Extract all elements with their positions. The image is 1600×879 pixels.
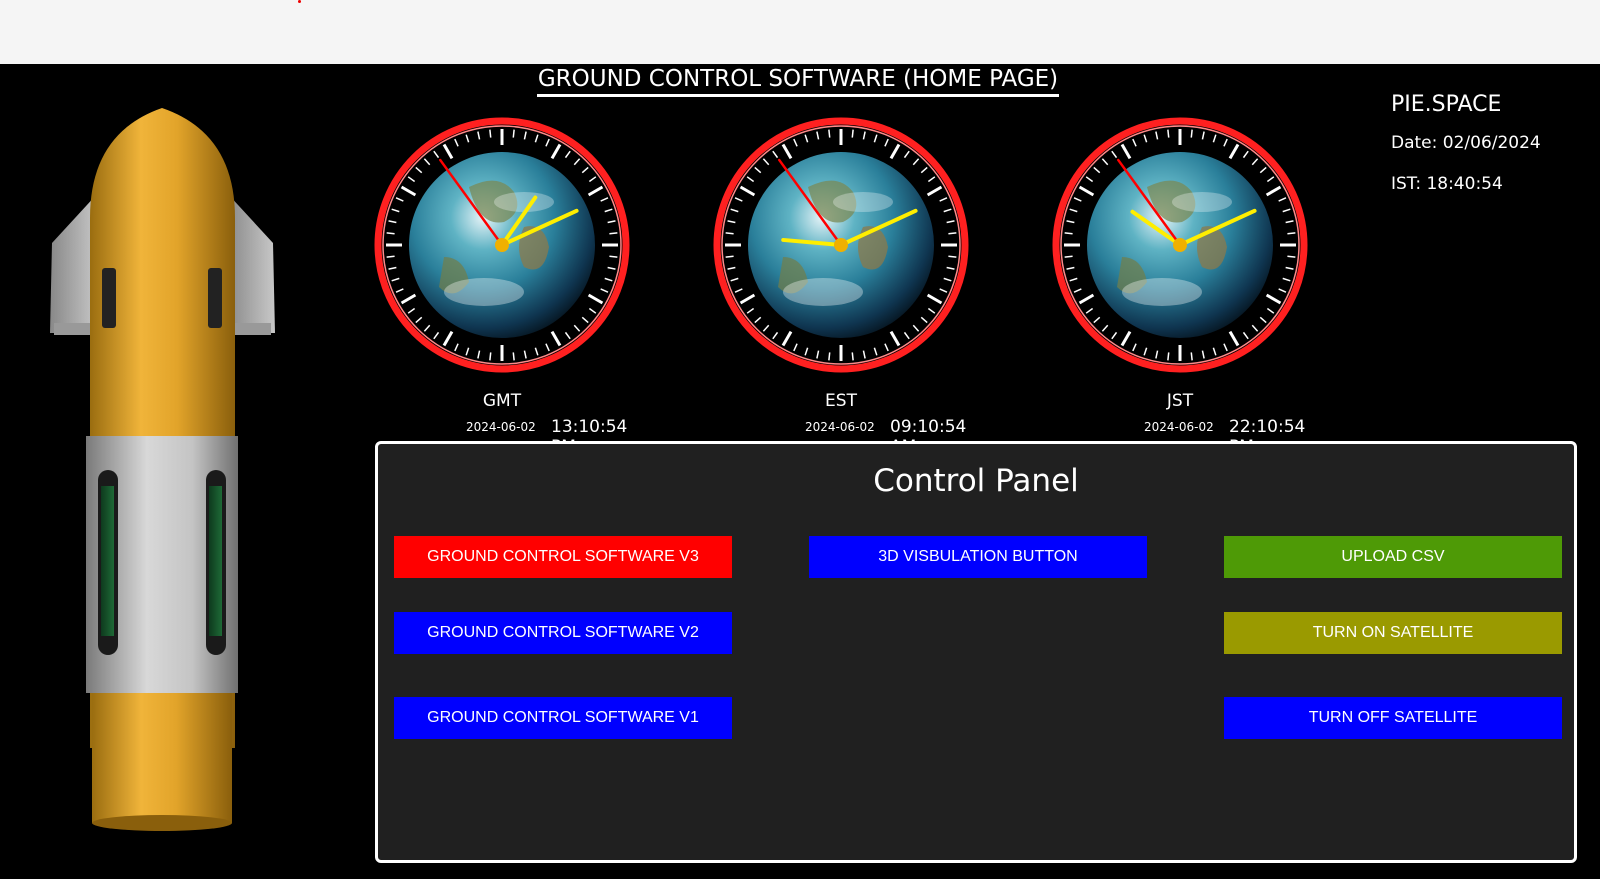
clock-tick [386,255,395,258]
clock-tick [725,255,734,258]
clock-face-jst [1052,117,1308,373]
clock-tick [1287,232,1296,235]
clock-tick [609,255,618,258]
clock-tick [512,129,515,138]
clock-tick [1190,352,1193,361]
gcs-v1-button[interactable]: GROUND CONTROL SOFTWARE V1 [394,697,732,739]
turn-off-satellite-button[interactable]: TURN OFF SATELLITE [1224,697,1562,739]
clock-tick [386,232,395,235]
clock-tick [1167,129,1170,138]
clock-hub [1173,238,1187,252]
browser-top-bar [0,0,1600,64]
clock-tick [828,352,831,361]
clock-date: 2024-06-02 [466,420,536,434]
clock-hub [834,238,848,252]
clock-tick [512,352,515,361]
turn-on-satellite-button[interactable]: TURN ON SATELLITE [1224,612,1562,654]
clock-tick [1190,129,1193,138]
clock-est: EST 2024-06-02 09:10:54 AM [713,117,973,457]
clock-zone-label: JST [1166,391,1194,411]
control-panel-title: Control Panel [873,463,1079,499]
date-display: Date: 02/06/2024 [1391,133,1541,153]
clock-tick [489,129,492,138]
clock-jst: JST 2024-06-02 22:10:54 PM [1052,117,1312,457]
clock-tick [1064,255,1073,258]
clock-gmt: GMT 2024-06-02 13:10:54 PM [374,117,634,457]
brand-name: PIE.SPACE [1391,92,1502,117]
clock-tick [948,255,957,258]
control-panel: Control Panel GROUND CONTROL SOFTWARE V3… [375,441,1577,863]
clock-face-gmt [374,117,630,373]
rocket-model-image [50,108,275,831]
clock-tick [828,129,831,138]
clock-tick [609,232,618,235]
clock-face-est [713,117,969,373]
page-title-text: GROUND CONTROL SOFTWARE (HOME PAGE) [536,66,1060,97]
page-title: GROUND CONTROL SOFTWARE (HOME PAGE) [0,66,1596,97]
clock-hub [495,238,509,252]
clock-date: 2024-06-02 [1144,420,1214,434]
rocket-lower-tube [92,693,232,823]
3d-visualization-button[interactable]: 3D VISBULATION BUTTON [809,536,1147,578]
clock-tick [725,232,734,235]
clock-tick [851,352,854,361]
red-dot-marker [298,0,301,3]
gcs-v3-button[interactable]: GROUND CONTROL SOFTWARE V3 [394,536,732,578]
clock-tick [489,352,492,361]
clock-zone-label: GMT [482,391,522,411]
upload-csv-button[interactable]: UPLOAD CSV [1224,536,1562,578]
clock-tick [1167,352,1170,361]
clock-tick [1287,255,1296,258]
clock-date: 2024-06-02 [805,420,875,434]
clock-tick [851,129,854,138]
clock-tick [948,232,957,235]
clock-zone-label: EST [825,391,857,411]
gcs-v2-button[interactable]: GROUND CONTROL SOFTWARE V2 [394,612,732,654]
info-block: PIE.SPACE Date: 02/06/2024 IST: 18:40:54 [1391,92,1541,215]
clock-tick [1064,232,1073,235]
ist-time-display: IST: 18:40:54 [1391,174,1503,194]
